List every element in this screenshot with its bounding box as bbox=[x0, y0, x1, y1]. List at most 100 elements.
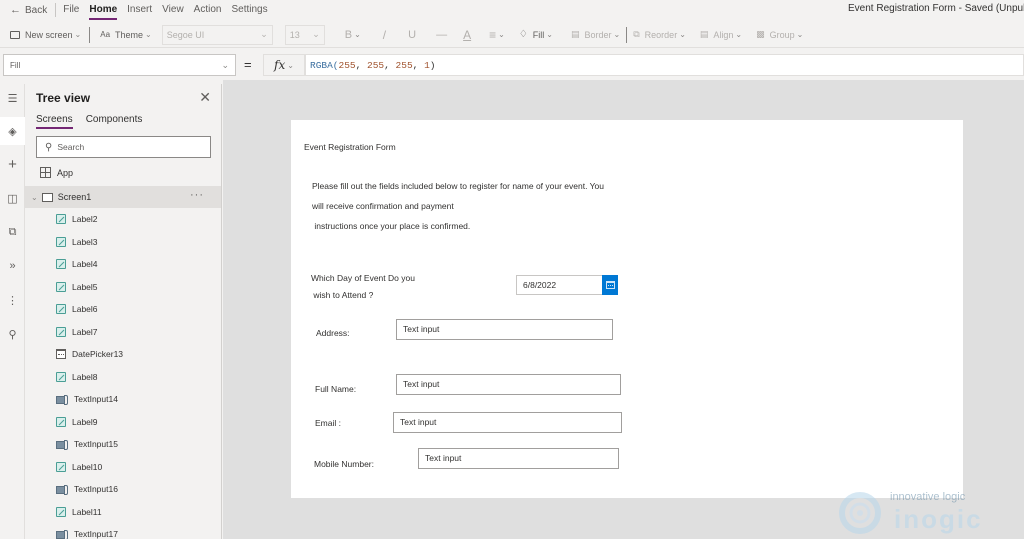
fill-button[interactable]: ♢ Fill ⌄ bbox=[519, 29, 553, 40]
tree-item-screen1[interactable]: ⌄ Screen1 ··· bbox=[25, 186, 221, 208]
chevron-down-icon: ⌄ bbox=[74, 30, 82, 39]
tree-item-label3[interactable]: Label3 bbox=[25, 231, 221, 254]
tree-item-label11[interactable]: Label11 bbox=[25, 501, 221, 524]
underline-button[interactable]: U bbox=[408, 29, 416, 41]
tree-item-label8[interactable]: Label8 bbox=[25, 366, 221, 389]
group-icon: ▩ bbox=[756, 29, 765, 39]
tree-item-label5[interactable]: Label5 bbox=[25, 276, 221, 299]
email-label[interactable]: Email : bbox=[315, 418, 341, 428]
formula-close: ) bbox=[429, 59, 436, 71]
tree-item-textinput14[interactable]: TextInput14 bbox=[25, 388, 221, 411]
tree-item-app[interactable]: App bbox=[40, 167, 73, 178]
media-icon[interactable]: ⧉ bbox=[0, 218, 25, 246]
font-size-select[interactable]: 13 ⌄ bbox=[284, 24, 325, 45]
intro-label-line2[interactable]: will receive confirmation and payment bbox=[312, 201, 454, 211]
reorder-button[interactable]: ⧉ Reorder ⌄ bbox=[633, 29, 686, 40]
font-size-value: 13 bbox=[289, 29, 300, 40]
menu-settings[interactable]: Settings bbox=[231, 0, 267, 20]
tree-search-input[interactable]: ⚲ Search bbox=[36, 136, 211, 158]
day-label-line2[interactable]: wish to Attend ? bbox=[311, 290, 373, 300]
tree-item-label: Label3 bbox=[72, 236, 98, 247]
full-name-input[interactable]: Text input bbox=[396, 374, 621, 395]
intro-label-line3[interactable]: instructions once your place is confirme… bbox=[312, 221, 470, 231]
tree-item-label9[interactable]: Label9 bbox=[25, 411, 221, 434]
formula-arg-r: 255 bbox=[338, 59, 356, 71]
tree-item-textinput16[interactable]: TextInput16 bbox=[25, 478, 221, 501]
reorder-label: Reorder bbox=[644, 29, 678, 40]
inogic-logo-icon bbox=[839, 492, 881, 534]
label-control-icon bbox=[56, 416, 66, 427]
tree-item-textinput17[interactable]: TextInput17 bbox=[25, 523, 221, 539]
address-label[interactable]: Address: bbox=[316, 328, 350, 338]
hamburger-icon[interactable]: ☰ bbox=[0, 84, 25, 112]
intro-label-line1[interactable]: Please fill out the fields included belo… bbox=[312, 181, 604, 191]
back-button[interactable]: ← Back bbox=[0, 3, 57, 17]
menu-action[interactable]: Action bbox=[194, 0, 222, 20]
bold-button[interactable]: B ⌄ bbox=[345, 29, 361, 41]
tree-item-label: Label6 bbox=[72, 304, 98, 315]
search-placeholder: Search bbox=[57, 142, 85, 152]
plus-icon[interactable]: + bbox=[0, 150, 25, 178]
mobile-number-label[interactable]: Mobile Number: bbox=[314, 459, 374, 469]
chevron-down-icon[interactable]: ⌄ bbox=[31, 193, 38, 202]
more-options-icon[interactable]: ··· bbox=[190, 189, 204, 201]
formula-comma: , bbox=[355, 59, 368, 71]
formula-comma: , bbox=[384, 59, 396, 71]
menu-file[interactable]: File bbox=[63, 0, 79, 20]
text-input-icon bbox=[56, 439, 68, 450]
menu-view[interactable]: View bbox=[162, 0, 184, 20]
variables-icon[interactable]: ⋮ bbox=[0, 286, 25, 314]
ribbon-toolbar: New screen ⌄ Aa Theme ⌄ Segoe UI ⌄ 13 ⌄ … bbox=[0, 22, 1024, 48]
layers-icon[interactable]: ◈ bbox=[0, 117, 25, 145]
formula-input[interactable]: RGBA( 255 , 255 , 255 , 1 ) bbox=[305, 54, 1024, 76]
italic-button[interactable]: / bbox=[383, 28, 386, 42]
formula-arg-g: 255 bbox=[367, 59, 385, 71]
font-color-icon: A bbox=[463, 27, 472, 42]
left-rail: ☰ ◈ + ◫ ⧉ » ⋮ ⚲ bbox=[0, 84, 25, 539]
mobile-number-input[interactable]: Text input bbox=[418, 448, 619, 469]
strikethrough-button[interactable]: — bbox=[436, 29, 447, 41]
day-label-line1[interactable]: Which Day of Event Do you bbox=[311, 273, 415, 283]
property-select[interactable]: Fill ⌄ bbox=[3, 54, 236, 76]
back-label: Back bbox=[25, 4, 48, 16]
font-family-select[interactable]: Segoe UI ⌄ bbox=[161, 24, 273, 45]
full-name-label[interactable]: Full Name: bbox=[315, 384, 356, 394]
tree-item-label4[interactable]: Label4 bbox=[25, 253, 221, 276]
group-label: Group bbox=[769, 29, 795, 40]
screen1-canvas[interactable]: Event Registration Form Please fill out … bbox=[291, 120, 963, 498]
power-apps-studio: ← Back File Home Insert View Action Sett… bbox=[0, 0, 1024, 539]
toolbar-divider bbox=[626, 26, 628, 43]
tree-item-textinput15[interactable]: TextInput15 bbox=[25, 433, 221, 456]
form-title-label[interactable]: Event Registration Form bbox=[304, 142, 396, 152]
address-input[interactable]: Text input bbox=[396, 319, 613, 340]
search-icon[interactable]: ⚲ bbox=[0, 320, 25, 348]
align-button[interactable]: ▤ Align ⌄ bbox=[700, 29, 742, 40]
tree-item-label7[interactable]: Label7 bbox=[25, 321, 221, 344]
fx-button[interactable]: fx ⌄ bbox=[263, 54, 305, 76]
border-button[interactable]: ▤ Border ⌄ bbox=[571, 29, 620, 40]
close-icon[interactable]: ✕ bbox=[199, 89, 211, 106]
group-button[interactable]: ▩ Group ⌄ bbox=[756, 29, 803, 40]
tree-item-label: Label11 bbox=[72, 506, 102, 517]
new-screen-button[interactable]: New screen ⌄ bbox=[10, 30, 81, 40]
font-color-button[interactable]: A bbox=[463, 28, 471, 42]
tree-item-label10[interactable]: Label10 bbox=[25, 456, 221, 479]
email-input[interactable]: Text input bbox=[393, 412, 622, 433]
event-date-picker[interactable]: 6/8/2022 bbox=[516, 275, 618, 295]
text-align-button[interactable]: ≡ ⌄ bbox=[489, 28, 505, 42]
theme-button[interactable]: Aa Theme ⌄ bbox=[100, 30, 152, 40]
menu-home[interactable]: Home bbox=[89, 0, 117, 20]
power-automate-icon[interactable]: » bbox=[0, 252, 25, 280]
tree-item-datepicker13[interactable]: DatePicker13 bbox=[25, 343, 221, 366]
tree-item-label: DatePicker13 bbox=[72, 349, 124, 360]
chevron-down-icon: ⌄ bbox=[735, 30, 743, 39]
tab-screens[interactable]: Screens bbox=[36, 114, 73, 129]
tree-item-label2[interactable]: Label2 bbox=[25, 208, 221, 231]
chevron-down-icon: ⌄ bbox=[354, 30, 361, 39]
label-control-icon bbox=[56, 371, 66, 382]
calendar-button[interactable] bbox=[602, 275, 618, 295]
menu-insert[interactable]: Insert bbox=[127, 0, 152, 20]
tab-components[interactable]: Components bbox=[86, 114, 143, 128]
database-icon[interactable]: ◫ bbox=[0, 184, 25, 212]
tree-item-label6[interactable]: Label6 bbox=[25, 298, 221, 321]
